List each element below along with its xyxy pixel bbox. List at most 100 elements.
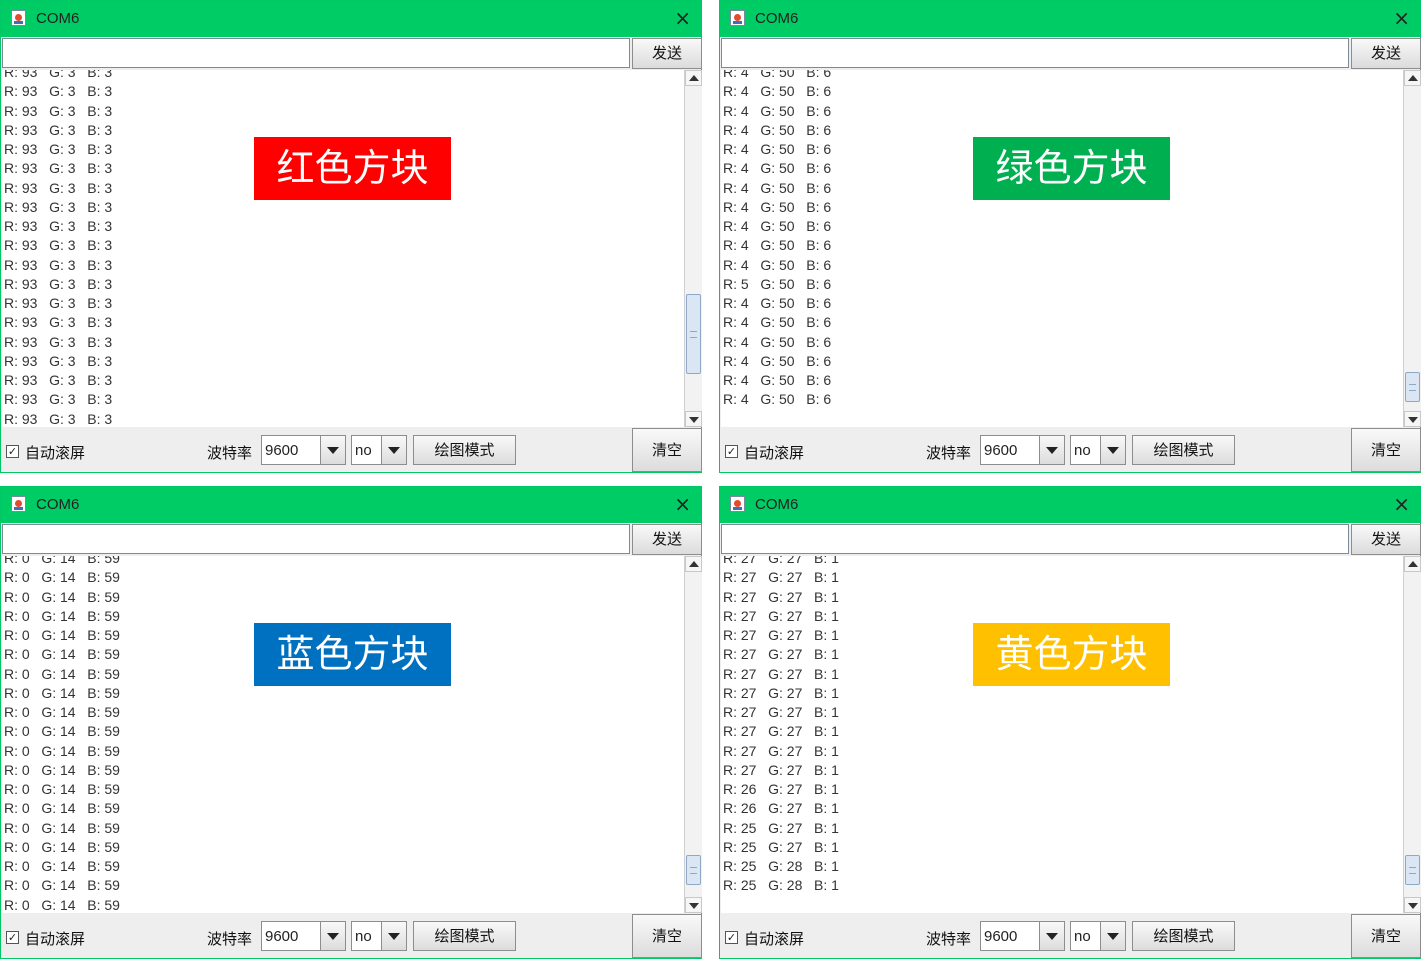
vertical-scrollbar[interactable] xyxy=(1403,556,1421,913)
send-button[interactable]: 发送 xyxy=(632,38,702,69)
title-bar[interactable]: COM6 × xyxy=(1,1,701,37)
output-line: R: 93 G: 3 B: 3 xyxy=(4,218,113,234)
plot-mode-button[interactable]: 绘图模式 xyxy=(413,435,516,465)
close-icon[interactable]: × xyxy=(674,492,691,516)
serial-monitor-window: COM6 × 发送 R: 27 G: 27 B: 1 R: 27 G: 27 B: 1 R… xyxy=(719,486,1421,959)
baud-rate-select[interactable]: 9600 xyxy=(980,435,1065,465)
vertical-scrollbar[interactable] xyxy=(684,556,702,913)
output-line: R: 0 G: 14 B: 59 xyxy=(4,607,120,624)
scroll-down-arrow-icon[interactable] xyxy=(685,897,702,913)
output-line: R: 27 G: 27 B: 1 xyxy=(723,704,839,720)
autoscroll-label: 自动滚屏 xyxy=(25,930,86,948)
chevron-down-icon[interactable] xyxy=(1100,922,1125,950)
plot-mode-button[interactable]: 绘图模式 xyxy=(1132,921,1235,951)
send-button[interactable]: 发送 xyxy=(632,524,702,555)
line-ending-select[interactable]: no xyxy=(351,921,407,951)
autoscroll-label: 自动滚屏 xyxy=(744,444,805,462)
title-bar[interactable]: COM6 × xyxy=(1,487,701,523)
output-line: R: 5 G: 50 B: 6 xyxy=(723,275,832,292)
scroll-up-arrow-icon[interactable] xyxy=(685,70,702,86)
clear-button[interactable]: 清空 xyxy=(1351,428,1421,472)
baud-rate-select[interactable]: 9600 xyxy=(261,435,346,465)
output-line: R: 0 G: 14 B: 59 xyxy=(4,684,120,701)
close-icon[interactable]: × xyxy=(1393,492,1410,516)
scroll-thumb[interactable] xyxy=(1405,372,1420,403)
output-line: R: 4 G: 50 B: 6 xyxy=(723,333,832,350)
autoscroll-checkbox[interactable]: ✓ xyxy=(725,931,738,944)
chevron-down-icon[interactable] xyxy=(1039,436,1064,464)
output-line: R: 93 G: 3 B: 3 xyxy=(4,333,113,350)
autoscroll-checkbox[interactable]: ✓ xyxy=(725,445,738,458)
scroll-up-arrow-icon[interactable] xyxy=(1404,70,1421,86)
scroll-down-arrow-icon[interactable] xyxy=(1404,411,1421,427)
close-icon[interactable]: × xyxy=(674,6,691,30)
color-block-label: 蓝色方块 xyxy=(254,623,451,686)
output-line: R: 0 G: 14 B: 59 xyxy=(4,742,120,759)
vertical-scrollbar[interactable] xyxy=(684,70,702,427)
window-title: COM6 xyxy=(36,10,80,27)
scroll-up-arrow-icon[interactable] xyxy=(685,556,702,572)
line-ending-select[interactable]: no xyxy=(351,435,407,465)
output-line: R: 93 G: 3 B: 3 xyxy=(4,391,113,408)
serial-output: R: 93 G: 3 B: 3 R: 93 G: 3 B: 3 R: 93 G: 3… xyxy=(2,70,684,427)
output-line: R: 93 G: 3 B: 3 xyxy=(4,160,113,177)
baud-rate-select[interactable]: 9600 xyxy=(980,921,1065,951)
chevron-down-icon[interactable] xyxy=(1039,922,1064,950)
output-line: R: 25 G: 28 B: 1 xyxy=(723,858,839,874)
plot-mode-button[interactable]: 绘图模式 xyxy=(413,921,516,951)
vertical-scrollbar[interactable] xyxy=(1403,70,1421,427)
baud-rate-label: 波特率 xyxy=(926,444,972,462)
chevron-down-icon[interactable] xyxy=(381,922,406,950)
autoscroll-checkbox[interactable]: ✓ xyxy=(6,931,19,944)
title-bar[interactable]: COM6 × xyxy=(720,1,1420,37)
send-input[interactable] xyxy=(721,524,1349,554)
clear-button[interactable]: 清空 xyxy=(632,914,702,958)
plot-mode-button[interactable]: 绘图模式 xyxy=(1132,435,1235,465)
scroll-thumb[interactable] xyxy=(686,294,701,375)
clear-button[interactable]: 清空 xyxy=(632,428,702,472)
scroll-down-arrow-icon[interactable] xyxy=(1404,897,1421,913)
output-line: R: 0 G: 14 B: 59 xyxy=(4,877,120,894)
autoscroll-checkbox[interactable]: ✓ xyxy=(6,445,19,458)
java-app-icon xyxy=(730,10,745,26)
output-line: R: 26 G: 27 B: 1 xyxy=(723,800,839,817)
baud-rate-label: 波特率 xyxy=(207,444,253,462)
baud-rate-select[interactable]: 9600 xyxy=(261,921,346,951)
line-ending-select[interactable]: no xyxy=(1070,921,1126,951)
output-line: R: 4 G: 50 B: 6 xyxy=(723,391,832,408)
send-input[interactable] xyxy=(2,38,630,68)
java-app-icon xyxy=(11,10,26,26)
output-line: R: 26 G: 27 B: 1 xyxy=(723,781,839,797)
output-line: R: 0 G: 14 B: 59 xyxy=(4,819,120,836)
chevron-down-icon[interactable] xyxy=(320,922,345,950)
baud-rate-label: 波特率 xyxy=(926,930,972,948)
scroll-up-arrow-icon[interactable] xyxy=(1404,556,1421,572)
line-ending-select[interactable]: no xyxy=(1070,435,1126,465)
chevron-down-icon[interactable] xyxy=(320,436,345,464)
output-line: R: 93 G: 3 B: 3 xyxy=(4,179,113,196)
java-app-icon xyxy=(11,496,26,512)
scroll-down-arrow-icon[interactable] xyxy=(685,411,702,427)
chevron-down-icon[interactable] xyxy=(381,436,406,464)
close-icon[interactable]: × xyxy=(1393,6,1410,30)
output-lines: R: 93 G: 3 B: 3 R: 93 G: 3 B: 3 R: 93 G: 3… xyxy=(4,70,112,427)
chevron-down-icon[interactable] xyxy=(1100,436,1125,464)
line-ending-value: no xyxy=(1074,928,1091,945)
scroll-thumb[interactable] xyxy=(1405,855,1420,886)
output-line: R: 93 G: 3 B: 3 xyxy=(4,352,113,369)
color-block-label: 红色方块 xyxy=(254,137,451,200)
send-input[interactable] xyxy=(721,38,1349,68)
output-line: R: 27 G: 27 B: 1 xyxy=(723,607,839,624)
output-line: R: 25 G: 27 B: 1 xyxy=(723,838,839,855)
output-line: R: 0 G: 14 B: 59 xyxy=(4,896,120,913)
send-button[interactable]: 发送 xyxy=(1351,524,1421,555)
baud-rate-value: 9600 xyxy=(265,442,299,459)
clear-button[interactable]: 清空 xyxy=(1351,914,1421,958)
send-input[interactable] xyxy=(2,524,630,554)
output-line: R: 93 G: 3 B: 3 xyxy=(4,256,113,273)
output-line: R: 27 G: 27 B: 1 xyxy=(723,556,839,566)
title-bar[interactable]: COM6 × xyxy=(720,487,1420,523)
baud-rate-value: 9600 xyxy=(265,928,299,945)
scroll-thumb[interactable] xyxy=(686,855,701,886)
send-button[interactable]: 发送 xyxy=(1351,38,1421,69)
